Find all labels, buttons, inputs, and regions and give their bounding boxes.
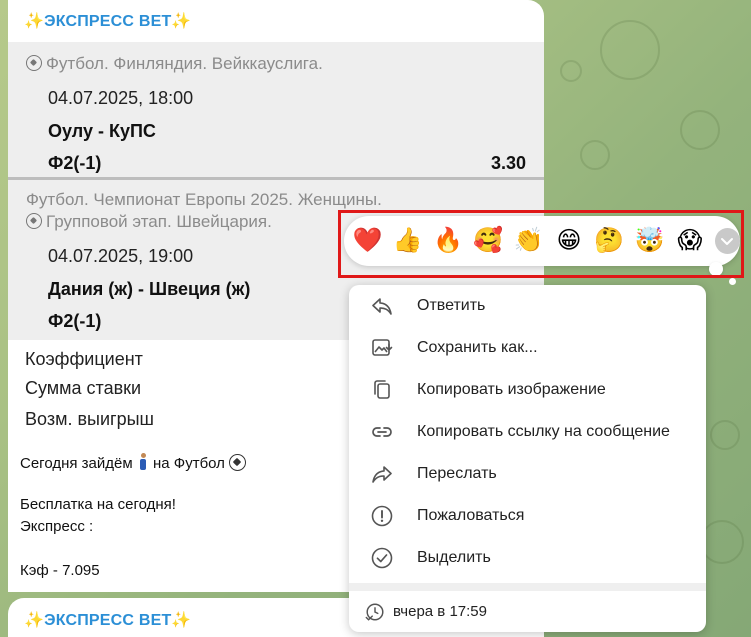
- context-menu: Ответить Сохранить как... Копировать изо…: [349, 285, 706, 632]
- link-icon: [372, 427, 392, 437]
- bet-odd: 3.30: [490, 153, 526, 173]
- menu-item-copy-link[interactable]: Копировать ссылку на сообщение: [349, 411, 706, 453]
- bet-league: Футбол. Чемпионат Европы 2025. Женщины. …: [26, 190, 382, 231]
- copy-icon: [374, 380, 390, 399]
- bet-pick: Ф2(-1): [48, 153, 102, 173]
- bet-match: Оулу - КуПС: [48, 121, 156, 141]
- select-icon: [371, 547, 393, 569]
- menu-item-copy-image[interactable]: Копировать изображение: [349, 369, 706, 411]
- bet-match: Дания (ж) - Швеция (ж): [48, 279, 251, 299]
- bet-divider: [8, 177, 544, 180]
- running-person-icon: [137, 453, 149, 471]
- report-icon: [371, 505, 393, 527]
- reactions-highlight-frame: [338, 210, 744, 278]
- clock-check-icon: [365, 603, 384, 621]
- message-line: Экспресс :: [20, 518, 94, 535]
- coef-label: Коэффициент: [25, 349, 143, 369]
- bet-datetime: 04.07.2025, 18:00: [48, 88, 194, 108]
- menu-item-forward[interactable]: Переслать: [349, 453, 706, 495]
- menu-item-save-as[interactable]: Сохранить как...: [349, 327, 706, 369]
- sender-name[interactable]: ✨ЭКСПРЕСС ВЕТ✨: [24, 610, 192, 630]
- stake-label: Сумма ставки: [25, 378, 142, 398]
- message-line: Сегодня зайдём на Футбол: [20, 453, 247, 472]
- reactions-tail: [729, 278, 736, 285]
- menu-item-report[interactable]: Пожаловаться: [349, 495, 706, 537]
- sparkles-icon: ✨: [24, 13, 45, 30]
- sparkles-icon: ✨: [24, 612, 45, 629]
- soccer-ball-icon: [26, 213, 42, 229]
- bet-pick: Ф2(-1): [48, 311, 102, 331]
- message-line: Бесплатка на сегодня!: [20, 496, 176, 513]
- soccer-ball-icon: [26, 55, 42, 71]
- bet-league: Футбол. Финляндия. Вейккауслига.: [26, 53, 323, 75]
- forward-icon: [372, 466, 392, 483]
- reply-icon: [372, 298, 392, 315]
- sender-name[interactable]: ✨ЭКСПРЕСС ВЕТ✨: [24, 11, 192, 31]
- win-label: Возм. выигрыш: [25, 409, 154, 429]
- message-line: Кэф - 7.095: [20, 562, 100, 579]
- menu-divider: [349, 583, 706, 591]
- sparkles-icon: ✨: [171, 612, 192, 629]
- sparkles-icon: ✨: [171, 13, 192, 30]
- menu-item-reply[interactable]: Ответить: [349, 285, 706, 327]
- menu-item-select[interactable]: Выделить: [349, 537, 706, 579]
- save-image-icon: [372, 339, 393, 356]
- message-timestamp: вчера в 17:59: [349, 591, 706, 632]
- bet-datetime: 04.07.2025, 19:00: [48, 246, 194, 266]
- soccer-ball-icon: [229, 454, 247, 471]
